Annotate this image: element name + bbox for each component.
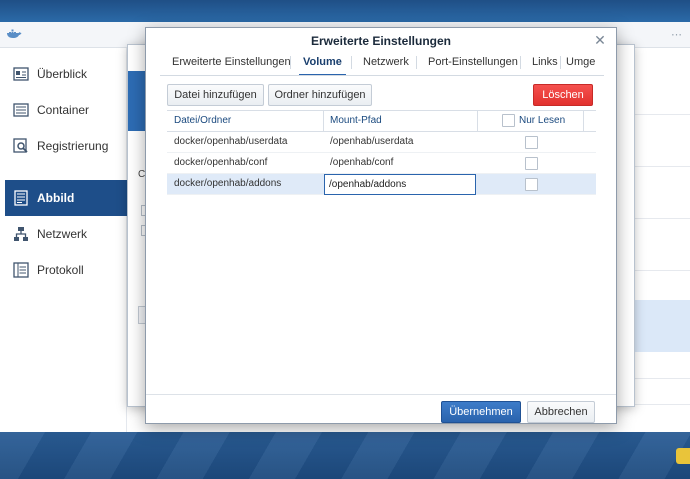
close-icon[interactable]: ✕: [592, 32, 608, 48]
mount-path-input[interactable]: [324, 174, 476, 195]
desktop-background-top: [0, 0, 690, 22]
desktop-shortcut-icon[interactable]: [676, 448, 690, 464]
tab-volume[interactable]: Volume: [299, 52, 346, 75]
read-only-checkbox[interactable]: [525, 136, 538, 149]
tab-port-settings[interactable]: Port-Einstellungen: [428, 52, 518, 75]
sidebar-item-network[interactable]: Netzwerk: [5, 216, 127, 252]
dialog-header-band: [128, 71, 146, 131]
column-separator: [583, 111, 584, 132]
column-separator: [323, 111, 324, 132]
list-row-divider: [634, 378, 690, 379]
table-row[interactable]: docker/openhab/userdata /openhab/userdat…: [167, 132, 596, 153]
overview-icon: [13, 66, 29, 82]
log-icon: [13, 262, 29, 278]
sidebar-item-label: Container: [37, 103, 90, 117]
file-folder-cell: docker/openhab/conf: [174, 157, 268, 168]
list-row-divider: [634, 404, 690, 405]
selected-image-row[interactable]: [634, 300, 690, 352]
add-folder-button[interactable]: Ordner hinzufügen: [268, 84, 372, 106]
select-all-read-only-checkbox[interactable]: [502, 114, 515, 127]
table-row[interactable]: docker/openhab/conf /openhab/conf: [167, 153, 596, 174]
file-folder-cell: docker/openhab/userdata: [174, 136, 288, 147]
sidebar-item-container[interactable]: Container: [5, 92, 127, 128]
sidebar-item-label: Überblick: [37, 67, 88, 81]
sidebar-item-registry[interactable]: Registrierung: [5, 128, 127, 164]
sidebar-item-overview[interactable]: Überblick: [5, 56, 127, 92]
sidebar: Überblick Container Registrierung Abbild…: [0, 48, 127, 432]
sidebar-item-label: Netzwerk: [37, 227, 88, 241]
tab-separator: [560, 56, 561, 69]
tab-separator: [520, 56, 521, 69]
tab-separator: [351, 56, 352, 69]
column-header-read-only[interactable]: Nur Lesen: [519, 111, 565, 132]
sidebar-item-label: Registrierung: [37, 139, 109, 153]
file-folder-cell: docker/openhab/addons: [174, 178, 282, 189]
list-row-divider: [634, 166, 690, 167]
column-header-mount-path[interactable]: Mount-Pfad: [330, 111, 382, 132]
sidebar-item-log[interactable]: Protokoll: [5, 252, 127, 288]
registry-icon: [13, 138, 29, 154]
image-icon: [13, 190, 29, 206]
tab-links[interactable]: Links: [532, 52, 558, 75]
advanced-settings-dialog: Erweiterte Einstellungen ✕ Erweiterte Ei…: [145, 27, 617, 424]
docker-logo-icon: [6, 28, 22, 40]
delete-button[interactable]: Löschen: [533, 84, 593, 106]
table-row-selected[interactable]: docker/openhab/addons: [167, 174, 596, 195]
cancel-button[interactable]: Abbrechen: [527, 401, 595, 423]
tab-separator: [290, 56, 291, 69]
network-icon: [13, 226, 29, 242]
list-row-divider: [634, 218, 690, 219]
desktop-background-bottom: [0, 430, 690, 479]
sidebar-item-image[interactable]: Abbild: [5, 180, 127, 216]
volume-table: Datei/Ordner Mount-Pfad Nur Lesen docker…: [167, 110, 596, 353]
tab-environment[interactable]: Umge: [566, 52, 595, 75]
list-row-divider: [634, 114, 690, 115]
tab-advanced-settings[interactable]: Erweiterte Einstellungen: [172, 52, 291, 75]
read-only-checkbox[interactable]: [525, 178, 538, 191]
list-row-divider: [634, 270, 690, 271]
tab-bar: Erweiterte Einstellungen Volume Netzwerk…: [160, 52, 604, 76]
tab-network[interactable]: Netzwerk: [363, 52, 409, 75]
image-list-edge: [634, 48, 690, 432]
sidebar-item-label: Abbild: [37, 191, 75, 205]
tab-separator: [416, 56, 417, 69]
mount-path-cell[interactable]: /openhab/conf: [330, 153, 393, 174]
dialog-footer: Übernehmen Abbrechen: [146, 394, 616, 424]
column-header-file-folder[interactable]: Datei/Ordner: [174, 111, 231, 132]
container-icon: [13, 102, 29, 118]
dialog-title: Erweiterte Einstellungen: [310, 34, 452, 48]
table-header: Datei/Ordner Mount-Pfad Nur Lesen: [167, 111, 596, 132]
mount-path-cell[interactable]: /openhab/userdata: [330, 132, 413, 153]
add-file-button[interactable]: Datei hinzufügen: [167, 84, 264, 106]
window-controls-icon[interactable]: ⋯: [671, 28, 682, 41]
sidebar-item-label: Protokoll: [37, 263, 84, 277]
read-only-checkbox[interactable]: [525, 157, 538, 170]
apply-button[interactable]: Übernehmen: [441, 401, 521, 423]
column-separator: [477, 111, 478, 132]
